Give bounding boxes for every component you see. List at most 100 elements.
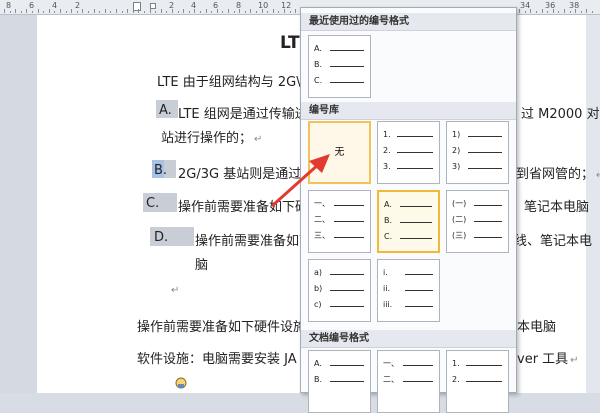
- format-line: [466, 365, 502, 366]
- ruler-tick: [262, 9, 263, 13]
- ruler-number: 6: [29, 1, 35, 10]
- format-label: C.: [314, 76, 323, 85]
- list-item-text-right: 过 M2000 对基: [521, 107, 600, 122]
- ruler-tick: [110, 11, 111, 13]
- format-label: 3): [452, 162, 461, 171]
- ruler-tick: [278, 11, 279, 13]
- format-label: A.: [314, 359, 322, 368]
- format-label: C.: [384, 232, 393, 241]
- none-label: 无: [334, 147, 345, 158]
- ruler-tick: [144, 11, 145, 13]
- chinese-number-format-tile[interactable]: 一、 二、 三、: [308, 190, 371, 253]
- ruler-tick: [32, 11, 33, 13]
- format-label: 2.: [452, 375, 460, 384]
- ruler-tick: [581, 11, 582, 13]
- format-line: [397, 168, 433, 169]
- format-line: [468, 152, 502, 153]
- list-item-letter: C.: [146, 196, 160, 211]
- ruler-number: 10: [258, 1, 269, 10]
- ruler-tick: [586, 9, 587, 13]
- ruler-tick: [256, 11, 257, 13]
- paragraph-line: 操作前需要准备如下硬件设施: [137, 320, 307, 335]
- letter-format-tile-selected[interactable]: A. B. C.: [377, 190, 440, 253]
- ruler-tick: [536, 11, 537, 13]
- format-label: 1.: [383, 130, 391, 139]
- format-line: [468, 168, 502, 169]
- format-label: (一): [452, 199, 467, 208]
- format-label: B.: [314, 375, 323, 384]
- format-line: [334, 205, 364, 206]
- list-item-letter: B.: [154, 163, 168, 178]
- chinese-paren-format-tile[interactable]: (一) (二) (三): [446, 190, 509, 253]
- none-format-tile[interactable]: 无: [308, 121, 371, 184]
- numbering-library-header: 编号库: [301, 102, 516, 120]
- format-label: iii.: [383, 300, 393, 309]
- number-dot-format-tile[interactable]: 1. 2. 3.: [377, 121, 440, 184]
- paste-options-icon[interactable]: [174, 376, 188, 390]
- ruler-tick: [82, 9, 83, 13]
- ruler-tick: [49, 9, 50, 13]
- ruler-tick: [194, 9, 195, 13]
- return-mark: ↵: [171, 285, 180, 296]
- format-line: [400, 222, 432, 223]
- roman-format-tile[interactable]: i. ii. iii.: [377, 259, 440, 322]
- ruler-tick: [575, 9, 576, 13]
- format-line: [330, 274, 364, 275]
- doc-letter-format-tile[interactable]: A. B.: [308, 350, 371, 413]
- paragraph-line-right: ver 工具 ↵: [517, 352, 579, 367]
- recent-formats-header: 最近使用过的编号格式: [301, 13, 516, 31]
- ruler-tick: [206, 9, 207, 13]
- ruler-tick: [295, 9, 296, 13]
- ruler-tick: [234, 11, 235, 13]
- lower-letter-paren-format-tile[interactable]: a) b) c): [308, 259, 371, 322]
- format-line: [330, 82, 364, 83]
- ruler-tick: [26, 9, 27, 13]
- paragraph-line: 软件设施：电脑需要安装 JA: [137, 352, 297, 367]
- format-line: [330, 50, 364, 51]
- ruler-tick: [519, 9, 520, 13]
- number-paren-format-tile[interactable]: 1) 2) 3): [446, 121, 509, 184]
- ruler-tick: [88, 11, 89, 13]
- ruler-tick: [155, 11, 156, 13]
- ruler-number: 12: [281, 1, 292, 10]
- recent-format-tile[interactable]: A. B. C.: [308, 35, 371, 98]
- ruler-tick: [105, 9, 106, 13]
- ruler-tick: [570, 11, 571, 13]
- ruler-tick: [99, 11, 100, 13]
- format-label: 3.: [383, 162, 391, 171]
- left-margin-area: [0, 15, 37, 393]
- ruler-tick: [228, 9, 229, 13]
- doc-chinese-format-tile[interactable]: 一、 二、: [377, 350, 440, 413]
- ruler-tick: [127, 9, 128, 13]
- format-line: [468, 136, 502, 137]
- ruler-number: 4: [52, 1, 58, 10]
- format-label: 1.: [452, 359, 460, 368]
- list-item-text: 操作前需要准备如下硬: [178, 200, 309, 215]
- ruler-tick: [211, 11, 212, 13]
- format-label: 二、: [314, 215, 330, 224]
- paragraph-line: LTE 由于组网结构与 2G\3: [157, 75, 309, 90]
- ruler-tick: [60, 9, 61, 13]
- format-label: 2.: [383, 146, 391, 155]
- ruler-tick: [15, 9, 16, 13]
- list-item-continuation: 脑: [195, 258, 209, 273]
- ruler-number: 34: [520, 1, 531, 10]
- format-label: 一、: [383, 359, 399, 368]
- list-item-continuation: 站进行操作的； ↵: [161, 131, 263, 146]
- ruler-tick: [267, 11, 268, 13]
- indent-marker[interactable]: [133, 2, 141, 11]
- ruler-tick: [189, 11, 190, 13]
- format-line: [397, 152, 433, 153]
- numbering-gallery: 最近使用过的编号格式 A. B. C. 编号库 无 1. 2. 3. 1) 2)…: [300, 7, 517, 413]
- format-line: [400, 238, 432, 239]
- format-line: [330, 306, 364, 307]
- format-line: [330, 381, 364, 382]
- list-item-text: LTE 组网是通过传输进: [178, 107, 308, 122]
- doc-number-format-tile[interactable]: 1. 2.: [446, 350, 509, 413]
- ruler-tick: [133, 11, 134, 13]
- format-label: ii.: [383, 284, 390, 293]
- ruler-tick: [542, 9, 543, 13]
- ruler-tick: [183, 9, 184, 13]
- ruler-tick: [558, 11, 559, 13]
- ruler-tick: [273, 9, 274, 13]
